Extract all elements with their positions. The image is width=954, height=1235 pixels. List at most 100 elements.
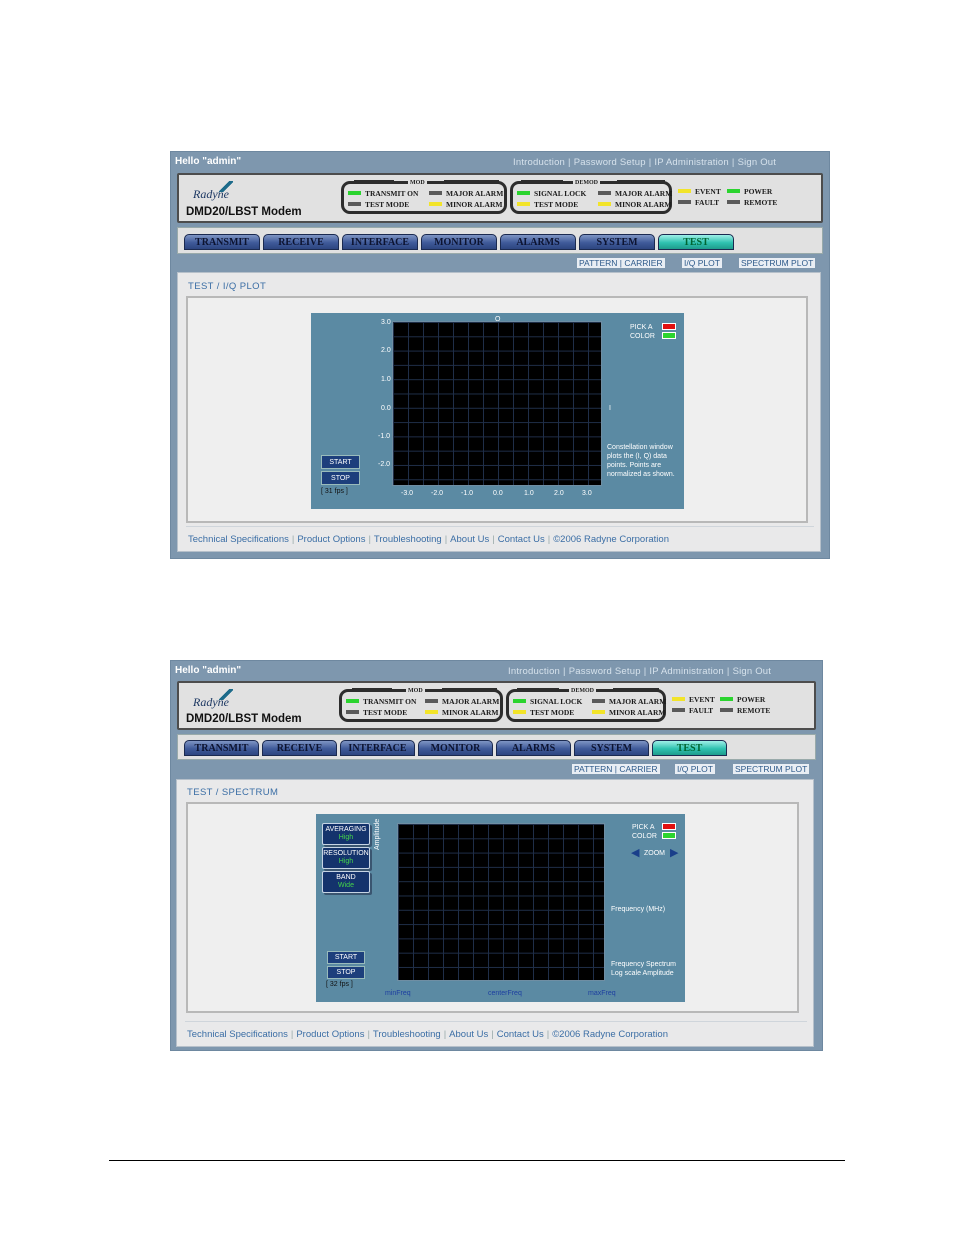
mod-group: MOD TRANSMIT ON TEST MODE MAJOR ALARM MI… [341, 180, 507, 214]
subnav-iq-plot[interactable]: I/Q PLOT [681, 257, 723, 269]
led-mod-test-mode: TEST MODE [346, 708, 407, 717]
user-greeting: Hello "admin" [175, 665, 242, 676]
led-signal-lock: SIGNAL LOCK [513, 697, 582, 706]
x-tick: -3.0 [401, 490, 414, 497]
led-mod-minor-alarm: MINOR ALARM [429, 200, 502, 209]
pick-color-label: PICK A COLOR [632, 824, 657, 840]
stop-button[interactable]: STOP [327, 966, 365, 979]
footer-troubleshooting[interactable]: Troubleshooting [373, 1029, 441, 1040]
frequency-axis-label: Frequency (MHz) [611, 906, 666, 913]
top-link-sign-out[interactable]: Sign Out [733, 666, 772, 677]
start-button[interactable]: START [327, 951, 365, 964]
spectrum-note: Frequency Spectrum Log scale Amplitude [611, 961, 676, 977]
x-tick: 1.0 [524, 490, 534, 497]
zoom-left-icon[interactable]: ◀ [631, 848, 639, 859]
constellation-grid [392, 321, 602, 486]
footer-troubleshooting[interactable]: Troubleshooting [374, 534, 442, 545]
tab-system[interactable]: SYSTEM [579, 234, 655, 250]
top-link-password-setup[interactable]: Password Setup [569, 666, 641, 677]
tab-test[interactable]: TEST [652, 740, 727, 756]
zoom-right-icon[interactable]: ▶ [670, 848, 678, 859]
tab-interface[interactable]: INTERFACE [342, 234, 418, 250]
y-tick: -2.0 [378, 461, 391, 468]
top-link-password-setup[interactable]: Password Setup [574, 157, 646, 168]
led-demod-major-alarm: MAJOR ALARM [592, 697, 666, 706]
tab-alarms[interactable]: ALARMS [496, 740, 571, 756]
led-demod-minor-alarm: MINOR ALARM [598, 200, 671, 209]
max-freq-label: maxFreq [588, 990, 616, 997]
demod-title: DEMOD [569, 688, 596, 694]
color-swatch-red[interactable] [662, 323, 676, 330]
constellation-note: Constellation window plots the (I, Q) da… [607, 444, 675, 478]
fps-counter: [ 31 fps ] [321, 488, 348, 495]
x-tick: -1.0 [461, 490, 474, 497]
subnav-spectrum-plot[interactable]: SPECTRUM PLOT [738, 257, 817, 269]
top-link-sign-out[interactable]: Sign Out [738, 157, 777, 168]
tab-system[interactable]: SYSTEM [574, 740, 649, 756]
top-links: Introduction | Password Setup | IP Administr… [508, 666, 772, 677]
band-button[interactable]: BAND Wide [322, 871, 370, 893]
footer-tech-specs[interactable]: Technical Specifications [188, 534, 289, 545]
color-swatch-red[interactable] [662, 823, 676, 830]
footer-contact-us[interactable]: Contact Us [498, 534, 545, 545]
content-panel: TEST / I/Q PLOT Q 3.0 2.0 1.0 0.0 -1.0 -… [177, 272, 821, 552]
top-link-ip-administration[interactable]: IP Administration [649, 666, 724, 677]
top-link-introduction[interactable]: Introduction [513, 157, 565, 168]
led-mod-test-mode: TEST MODE [348, 200, 409, 209]
led-power: POWER [720, 695, 765, 704]
footer-tech-specs[interactable]: Technical Specifications [187, 1029, 288, 1040]
footer-links: Technical Specifications | Product Options… [187, 1029, 668, 1040]
top-link-introduction[interactable]: Introduction [508, 666, 560, 677]
subnav-spectrum-plot[interactable]: SPECTRUM PLOT [732, 763, 811, 775]
model-name: DMD20/LBST Modem [186, 713, 302, 725]
footer-about-us[interactable]: About Us [449, 1029, 488, 1040]
breadcrumb: TEST / SPECTRUM [187, 787, 279, 798]
top-links: Introduction | Password Setup | IP Administr… [513, 157, 777, 168]
averaging-button[interactable]: AVERAGING High [322, 823, 370, 845]
footer-product-options[interactable]: Product Options [297, 534, 365, 545]
iq-plot-screenshot: Hello "admin" Introduction | Password Setu… [170, 151, 830, 559]
led-fault: FAULT [672, 706, 713, 715]
x-tick: -2.0 [431, 490, 444, 497]
top-link-ip-administration[interactable]: IP Administration [654, 157, 729, 168]
tab-monitor[interactable]: MONITOR [421, 234, 497, 250]
subnav-pattern-carrier[interactable]: PATTERN | CARRIER [576, 257, 666, 269]
radyne-logo: Radyne [193, 181, 233, 202]
plot-container: Q 3.0 2.0 1.0 0.0 -1.0 -2.0 I -3.0 -2.0 … [186, 296, 808, 523]
main-nav: TRANSMIT RECEIVE INTERFACE MONITOR ALARM… [177, 734, 816, 760]
stop-button[interactable]: STOP [321, 471, 360, 485]
led-power: POWER [727, 187, 772, 196]
subnav-iq-plot[interactable]: I/Q PLOT [674, 763, 716, 775]
led-transmit-on: TRANSMIT ON [346, 697, 416, 706]
tab-test[interactable]: TEST [658, 234, 734, 250]
color-swatch-green[interactable] [662, 332, 676, 339]
demod-title: DEMOD [573, 180, 600, 186]
led-remote: REMOTE [720, 706, 770, 715]
x-tick: 2.0 [554, 490, 564, 497]
footer-about-us[interactable]: About Us [450, 534, 489, 545]
tab-alarms[interactable]: ALARMS [500, 234, 576, 250]
led-event: EVENT [672, 695, 715, 704]
status-header: Radyne DMD20/LBST Modem MOD TRANSMIT ON … [177, 173, 823, 223]
demod-group: DEMOD SIGNAL LOCK TEST MODE MAJOR ALARM … [510, 180, 672, 214]
tab-receive[interactable]: RECEIVE [262, 740, 337, 756]
tab-transmit[interactable]: TRANSMIT [184, 740, 259, 756]
footer-contact-us[interactable]: Contact Us [497, 1029, 544, 1040]
footer-product-options[interactable]: Product Options [296, 1029, 364, 1040]
led-fault: FAULT [678, 198, 719, 207]
tab-receive[interactable]: RECEIVE [263, 234, 339, 250]
led-demod-test-mode: TEST MODE [517, 200, 578, 209]
y-tick: 1.0 [381, 376, 391, 383]
tab-monitor[interactable]: MONITOR [418, 740, 493, 756]
tab-interface[interactable]: INTERFACE [340, 740, 415, 756]
color-swatch-green[interactable] [662, 832, 676, 839]
mod-group: MOD TRANSMIT ON TEST MODE MAJOR ALARM MI… [339, 688, 503, 722]
subnav-pattern-carrier[interactable]: PATTERN | CARRIER [571, 763, 661, 775]
demod-group: DEMOD SIGNAL LOCK TEST MODE MAJOR ALARM … [506, 688, 666, 722]
tab-transmit[interactable]: TRANSMIT [184, 234, 260, 250]
mod-title: MOD [406, 688, 425, 694]
led-demod-test-mode: TEST MODE [513, 708, 574, 717]
resolution-button[interactable]: RESOLUTION High [322, 847, 370, 869]
start-button[interactable]: START [321, 455, 360, 469]
plot-container: AVERAGING High RESOLUTION High BAND Wide Am… [186, 802, 799, 1013]
